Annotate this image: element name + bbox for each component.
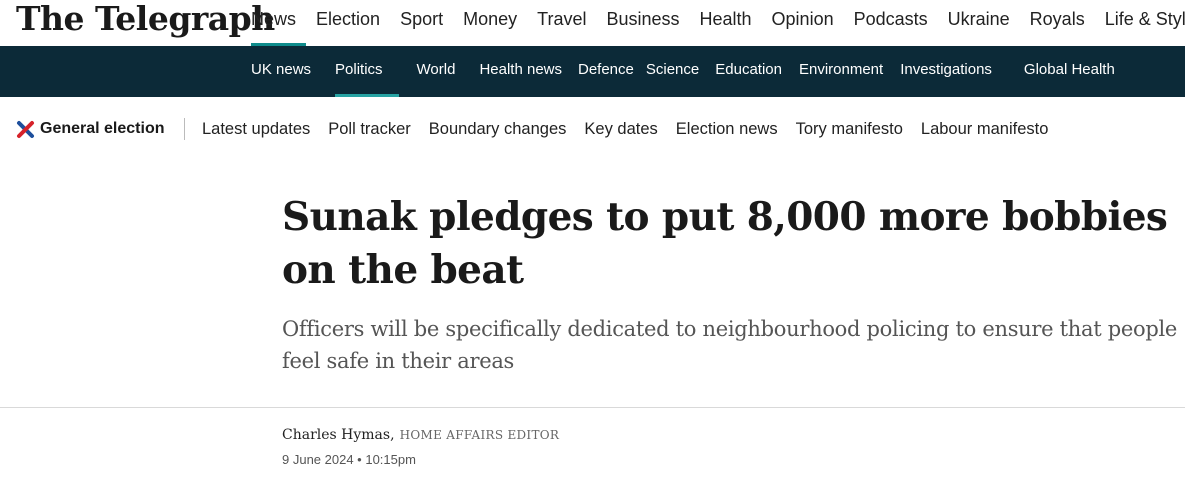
election-link-labour-manifesto[interactable]: Labour manifesto [912,120,1058,139]
article-headline: Sunak pledges to put 8,000 more bobbies … [282,194,1168,293]
election-link-boundary-changes[interactable]: Boundary changes [420,120,576,139]
section-bar: UK news Politics World Health news Defen… [0,46,1185,97]
section-nav-politics[interactable]: Politics [335,46,399,97]
section-nav-environment[interactable]: Environment [790,46,891,97]
top-nav-podcasts[interactable]: Podcasts [844,0,938,46]
masthead: The Telegraph News Election Sport Money … [0,0,1185,46]
election-link-latest-updates[interactable]: Latest updates [193,120,319,139]
top-nav-opinion[interactable]: Opinion [762,0,844,46]
top-nav-health[interactable]: Health [690,0,762,46]
top-nav-money[interactable]: Money [453,0,527,46]
article-standfirst: Officers will be specifically dedicated … [282,317,1178,373]
election-links: Latest updates Poll tracker Boundary cha… [193,117,1057,141]
section-nav-investigations[interactable]: Investigations [891,46,1008,97]
section-nav-defence[interactable]: Defence [570,46,642,97]
top-nav-ukraine[interactable]: Ukraine [938,0,1020,46]
election-link-key-dates[interactable]: Key dates [575,120,666,139]
section-nav-science[interactable]: Science [642,46,707,97]
general-election-link[interactable]: General election [16,117,165,141]
section-nav-uk-news[interactable]: UK news [241,46,321,97]
top-nav-election[interactable]: Election [306,0,390,46]
election-bar: General election Latest updates Poll tra… [0,97,1185,161]
top-nav-news[interactable]: News [241,0,307,46]
section-nav: UK news Politics World Health news Defen… [241,46,1115,97]
general-election-label: General election [40,120,165,137]
top-nav-sport[interactable]: Sport [390,0,453,46]
author-role: HOME AFFAIRS EDITOR [399,428,560,442]
section-nav-global-health[interactable]: Global Health [1008,46,1115,97]
top-nav-royals[interactable]: Royals [1020,0,1095,46]
election-link-tory-manifesto[interactable]: Tory manifesto [787,120,912,139]
top-nav: News Election Sport Money Travel Busines… [241,0,1185,46]
byline: Charles Hymas, HOME AFFAIRS EDITOR [282,424,559,443]
divider [0,407,1185,408]
section-nav-education[interactable]: Education [707,46,790,97]
top-nav-travel[interactable]: Travel [527,0,596,46]
top-nav-life-style[interactable]: Life & Style [1095,0,1185,46]
telegraph-logo[interactable]: The Telegraph [16,0,275,40]
section-nav-health-news[interactable]: Health news [471,46,570,97]
election-link-poll-tracker[interactable]: Poll tracker [319,120,420,139]
publish-date: 9 June 2024 • 10:15pm [282,452,416,467]
section-nav-world[interactable]: World [407,46,472,97]
author-name[interactable]: Charles Hymas, [282,427,395,443]
election-link-election-news[interactable]: Election news [667,120,787,139]
ballot-cross-icon [17,120,34,138]
top-nav-business[interactable]: Business [596,0,689,46]
divider [184,118,185,140]
